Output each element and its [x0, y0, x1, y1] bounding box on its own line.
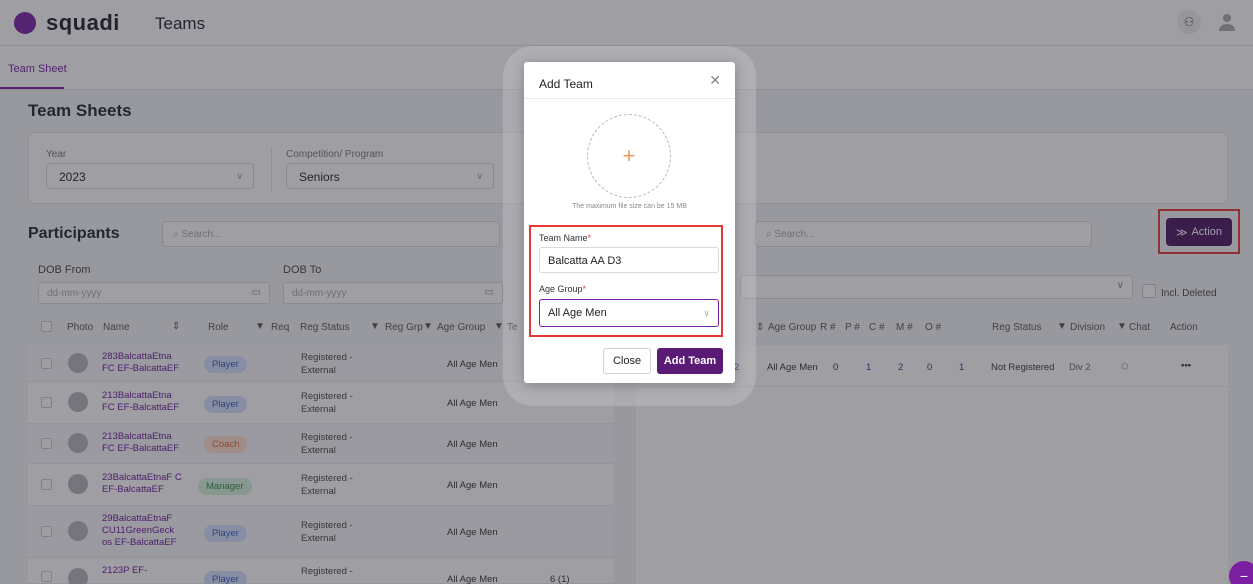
age-group-label-text: Age Group — [539, 284, 583, 294]
team-name-label: Team Name* — [539, 233, 591, 243]
modal-divider — [524, 98, 735, 99]
required-mark: * — [582, 284, 587, 294]
age-group-value: All Age Men — [548, 307, 607, 319]
add-team-button[interactable]: Add Team — [657, 348, 723, 374]
upload-hint: The maximum file size can be 15 MB — [572, 203, 687, 210]
form-highlight: Team Name* Balcatta AA D3 Age Group* All… — [529, 225, 723, 337]
modal-title: Add Team — [539, 77, 593, 91]
add-team-modal: Add Team ✕ + The maximum file size can b… — [524, 62, 735, 383]
team-name-label-text: Team Name — [539, 233, 588, 243]
age-group-label: Age Group* — [539, 284, 586, 294]
plus-icon: + — [622, 143, 636, 168]
support-chat-icon[interactable]: − — [1229, 561, 1253, 584]
age-group-select[interactable]: All Age Men ∨ — [539, 299, 719, 327]
close-button[interactable]: Close — [603, 348, 651, 374]
chevron-down-icon: ∨ — [703, 308, 710, 318]
team-name-input[interactable]: Balcatta AA D3 — [539, 247, 719, 273]
required-mark: * — [587, 233, 592, 243]
close-icon[interactable]: ✕ — [709, 72, 721, 89]
logo-upload-dropzone[interactable]: + — [587, 114, 671, 198]
